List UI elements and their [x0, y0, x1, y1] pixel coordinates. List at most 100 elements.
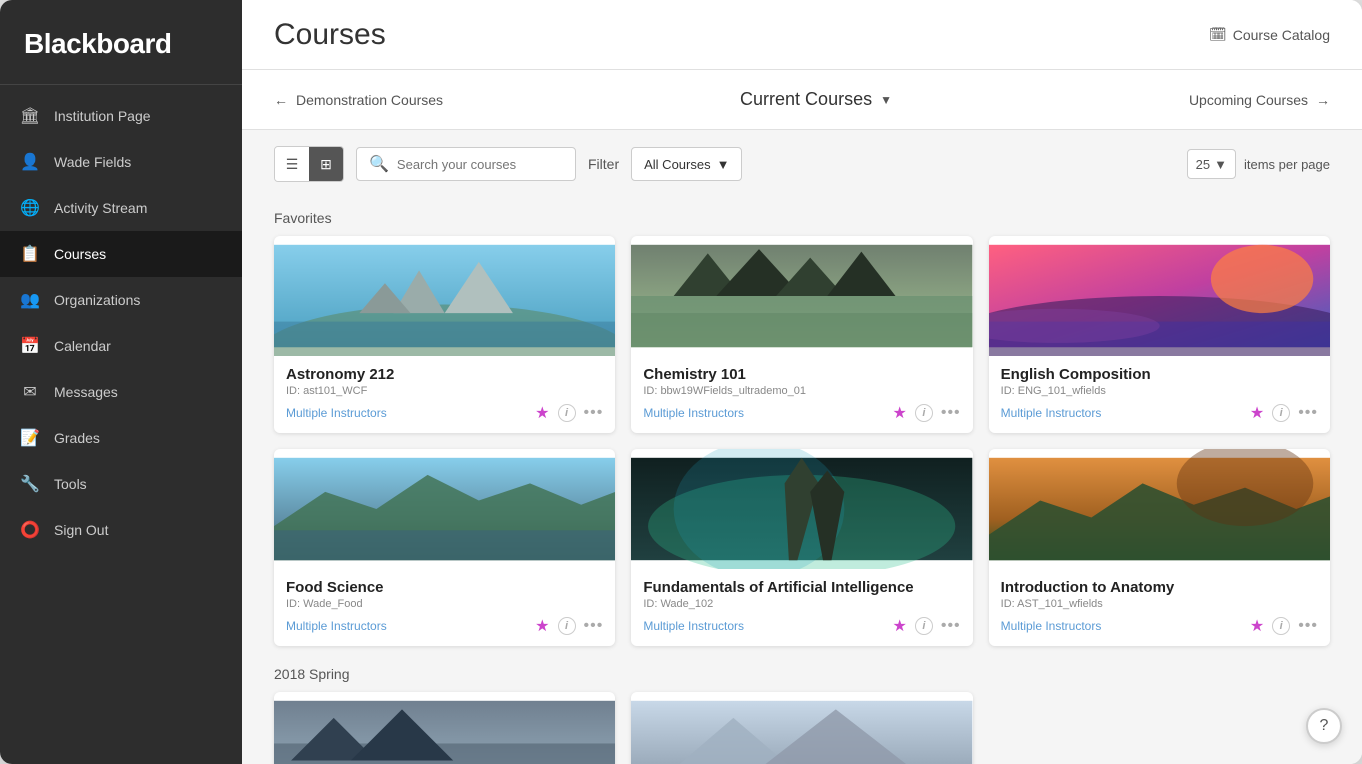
filter-dropdown-icon: ▼ — [717, 157, 730, 172]
card-instructors-c6[interactable]: Multiple Instructors — [1001, 619, 1102, 633]
nav-back[interactable]: ← Demonstration Courses — [274, 92, 443, 108]
per-page-dropdown-icon: ▼ — [1214, 157, 1227, 172]
sidebar-item-wade-fields[interactable]: 👤 Wade Fields — [0, 139, 242, 185]
card-image-c1 — [274, 236, 615, 356]
card-title-c1: Astronomy 212 — [286, 366, 603, 383]
card-id-c6: ID: AST_101_wfields — [1001, 598, 1318, 610]
card-footer-c4: Multiple Instructors ★ i ••• — [286, 616, 603, 636]
info-button-c1[interactable]: i — [558, 404, 576, 422]
sidebar-item-label: Grades — [54, 430, 100, 446]
star-button-c1[interactable]: ★ — [535, 403, 549, 423]
course-card-c2[interactable]: Chemistry 101 ID: bbw19WFields_ultrademo… — [631, 236, 972, 433]
calendar-icon: 📅 — [20, 336, 40, 356]
sidebar-item-label: Organizations — [54, 292, 140, 308]
sidebar-item-courses[interactable]: 📋 Courses — [0, 231, 242, 277]
course-card-c7[interactable] — [274, 692, 615, 764]
course-card-c5[interactable]: Fundamentals of Artificial Intelligence … — [631, 449, 972, 646]
card-image-c8 — [631, 692, 972, 764]
sidebar-item-messages[interactable]: ✉ Messages — [0, 369, 242, 415]
more-button-c4[interactable]: ••• — [584, 617, 604, 635]
wade-fields-icon: 👤 — [20, 152, 40, 172]
card-title-c5: Fundamentals of Artificial Intelligence — [643, 579, 960, 596]
sidebar-item-calendar[interactable]: 📅 Calendar — [0, 323, 242, 369]
card-image-c4 — [274, 449, 615, 569]
back-label: Demonstration Courses — [296, 92, 443, 108]
top-header: Courses 🗓 Course Catalog — [242, 0, 1362, 70]
info-button-c2[interactable]: i — [915, 404, 933, 422]
card-image-c5 — [631, 449, 972, 569]
view-toggle: ☰ ⊞ — [274, 146, 344, 182]
sidebar-item-label: Messages — [54, 384, 118, 400]
star-button-c2[interactable]: ★ — [893, 403, 907, 423]
toolbar: ☰ ⊞ 🔍 Filter All Courses ▼ 25 ▼ — [242, 130, 1362, 198]
per-page-value: 25 — [1196, 157, 1210, 172]
card-footer-c1: Multiple Instructors ★ i ••• — [286, 403, 603, 423]
sidebar-item-institution-page[interactable]: 🏛 Institution Page — [0, 93, 242, 139]
grades-icon: 📝 — [20, 428, 40, 448]
sidebar-item-label: Tools — [54, 476, 87, 492]
filter-dropdown[interactable]: All Courses ▼ — [631, 147, 742, 181]
star-button-c5[interactable]: ★ — [893, 616, 907, 636]
card-instructors-c4[interactable]: Multiple Instructors — [286, 619, 387, 633]
card-image-c6 — [989, 449, 1330, 569]
card-actions-c4: ★ i ••• — [535, 616, 603, 636]
more-button-c1[interactable]: ••• — [584, 404, 604, 422]
courses-icon: 📋 — [20, 244, 40, 264]
course-card-c1[interactable]: Astronomy 212 ID: ast101_WCF Multiple In… — [274, 236, 615, 433]
star-button-c4[interactable]: ★ — [535, 616, 549, 636]
list-view-button[interactable]: ☰ — [275, 147, 309, 181]
card-body-c1: Astronomy 212 ID: ast101_WCF Multiple In… — [274, 356, 615, 433]
help-button[interactable]: ? — [1306, 708, 1342, 744]
sidebar-item-label: Institution Page — [54, 108, 151, 124]
more-button-c3[interactable]: ••• — [1298, 404, 1318, 422]
per-page-control: 25 ▼ items per page — [1187, 149, 1330, 179]
activity-stream-icon: 🌐 — [20, 198, 40, 218]
course-catalog-link[interactable]: 🗓 Course Catalog — [1209, 26, 1330, 43]
sidebar-item-organizations[interactable]: 👥 Organizations — [0, 277, 242, 323]
course-card-c8[interactable] — [631, 692, 972, 764]
card-footer-c6: Multiple Instructors ★ i ••• — [1001, 616, 1318, 636]
star-button-c6[interactable]: ★ — [1250, 616, 1264, 636]
more-button-c5[interactable]: ••• — [941, 617, 961, 635]
per-page-label: items per page — [1244, 157, 1330, 172]
sidebar-item-grades[interactable]: 📝 Grades — [0, 415, 242, 461]
nav-current[interactable]: Current Courses ▼ — [740, 89, 892, 110]
nav-next[interactable]: Upcoming Courses → — [1189, 92, 1330, 108]
info-button-c5[interactable]: i — [915, 617, 933, 635]
organizations-icon: 👥 — [20, 290, 40, 310]
search-box: 🔍 — [356, 147, 576, 181]
sidebar-item-tools[interactable]: 🔧 Tools — [0, 461, 242, 507]
courses-nav-bar: ← Demonstration Courses Current Courses … — [242, 70, 1362, 130]
course-card-c4[interactable]: Food Science ID: Wade_Food Multiple Inst… — [274, 449, 615, 646]
main-wrapper: Courses 🗓 Course Catalog ← Demonstration… — [242, 0, 1362, 764]
info-button-c4[interactable]: i — [558, 617, 576, 635]
per-page-select[interactable]: 25 ▼ — [1187, 149, 1236, 179]
filter-value: All Courses — [644, 157, 710, 172]
card-image-c2 — [631, 236, 972, 356]
card-instructors-c3[interactable]: Multiple Instructors — [1001, 406, 1102, 420]
card-instructors-c5[interactable]: Multiple Instructors — [643, 619, 744, 633]
more-button-c6[interactable]: ••• — [1298, 617, 1318, 635]
more-button-c2[interactable]: ••• — [941, 404, 961, 422]
sidebar-item-activity-stream[interactable]: 🌐 Activity Stream — [0, 185, 242, 231]
grid-view-button[interactable]: ⊞ — [309, 147, 343, 181]
catalog-icon: 🗓 — [1209, 26, 1227, 43]
card-id-c4: ID: Wade_Food — [286, 598, 603, 610]
course-card-c3[interactable]: English Composition ID: ENG_101_wfields … — [989, 236, 1330, 433]
sidebar-item-sign-out[interactable]: ⭕ Sign Out — [0, 507, 242, 553]
sidebar: Blackboard 🏛 Institution Page 👤 Wade Fie… — [0, 0, 242, 764]
messages-icon: ✉ — [20, 382, 40, 402]
card-footer-c5: Multiple Instructors ★ i ••• — [643, 616, 960, 636]
course-card-c6[interactable]: Introduction to Anatomy ID: AST_101_wfie… — [989, 449, 1330, 646]
search-input[interactable] — [397, 157, 563, 172]
info-button-c6[interactable]: i — [1272, 617, 1290, 635]
star-button-c3[interactable]: ★ — [1250, 403, 1264, 423]
info-button-c3[interactable]: i — [1272, 404, 1290, 422]
card-instructors-c1[interactable]: Multiple Instructors — [286, 406, 387, 420]
card-actions-c6: ★ i ••• — [1250, 616, 1318, 636]
course-catalog-label: Course Catalog — [1233, 27, 1330, 43]
current-courses-label: Current Courses — [740, 89, 872, 110]
card-title-c3: English Composition — [1001, 366, 1318, 383]
card-instructors-c2[interactable]: Multiple Instructors — [643, 406, 744, 420]
main-content: Courses 🗓 Course Catalog ← Demonstration… — [242, 0, 1362, 764]
